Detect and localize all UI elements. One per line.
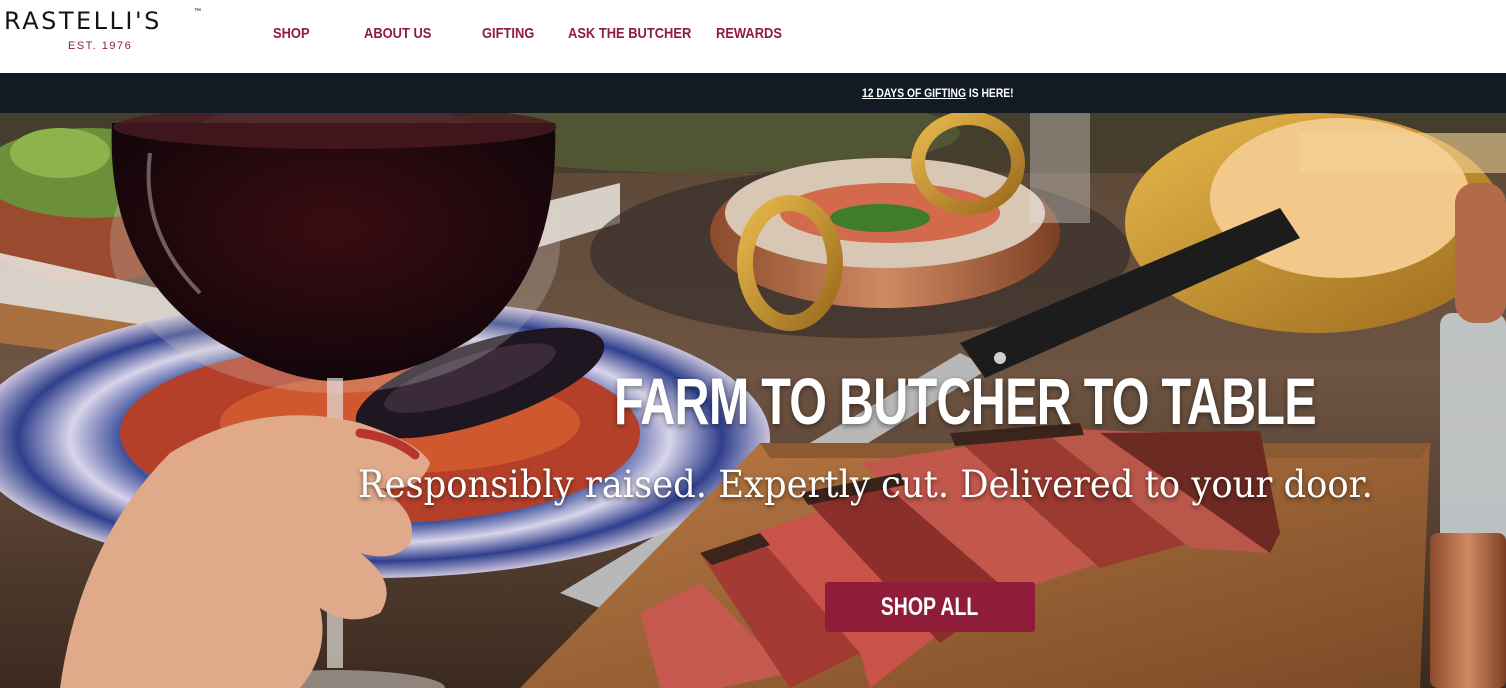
rastellis-logo[interactable]: RASTELLI'S ™ EST. 1976 [4,4,204,56]
nav-shop[interactable]: SHOP [273,24,310,44]
nav-about-us[interactable]: ABOUT US [364,24,431,44]
announcement-bar: 12 DAYS OF GIFTING IS HERE! [0,73,1506,113]
nav-gifting[interactable]: GIFTING [482,24,534,44]
hero-banner: FARM TO BUTCHER TO TABLE Responsibly rai… [0,113,1506,688]
announcement-text: 12 DAYS OF GIFTING IS HERE! [862,86,1014,100]
logo-established: EST. 1976 [68,40,133,52]
logo-wordmark: RASTELLI'S [4,7,162,35]
hero-subheadline: Responsibly raised. Expertly cut. Delive… [358,463,1373,506]
announcement-link[interactable]: 12 DAYS OF GIFTING [862,86,966,100]
shop-all-button[interactable]: SHOP ALL [825,582,1035,632]
logo-trademark: ™ [194,8,201,15]
nav-rewards[interactable]: REWARDS [716,24,782,44]
shop-all-label: SHOP ALL [881,592,979,621]
site-header: RASTELLI'S ™ EST. 1976 SHOP ABOUT US GIF… [0,0,1506,73]
announcement-suffix: IS HERE! [965,86,1014,100]
nav-ask-the-butcher[interactable]: ASK THE BUTCHER [568,24,691,44]
hero-headline: FARM TO BUTCHER TO TABLE [614,364,1317,438]
